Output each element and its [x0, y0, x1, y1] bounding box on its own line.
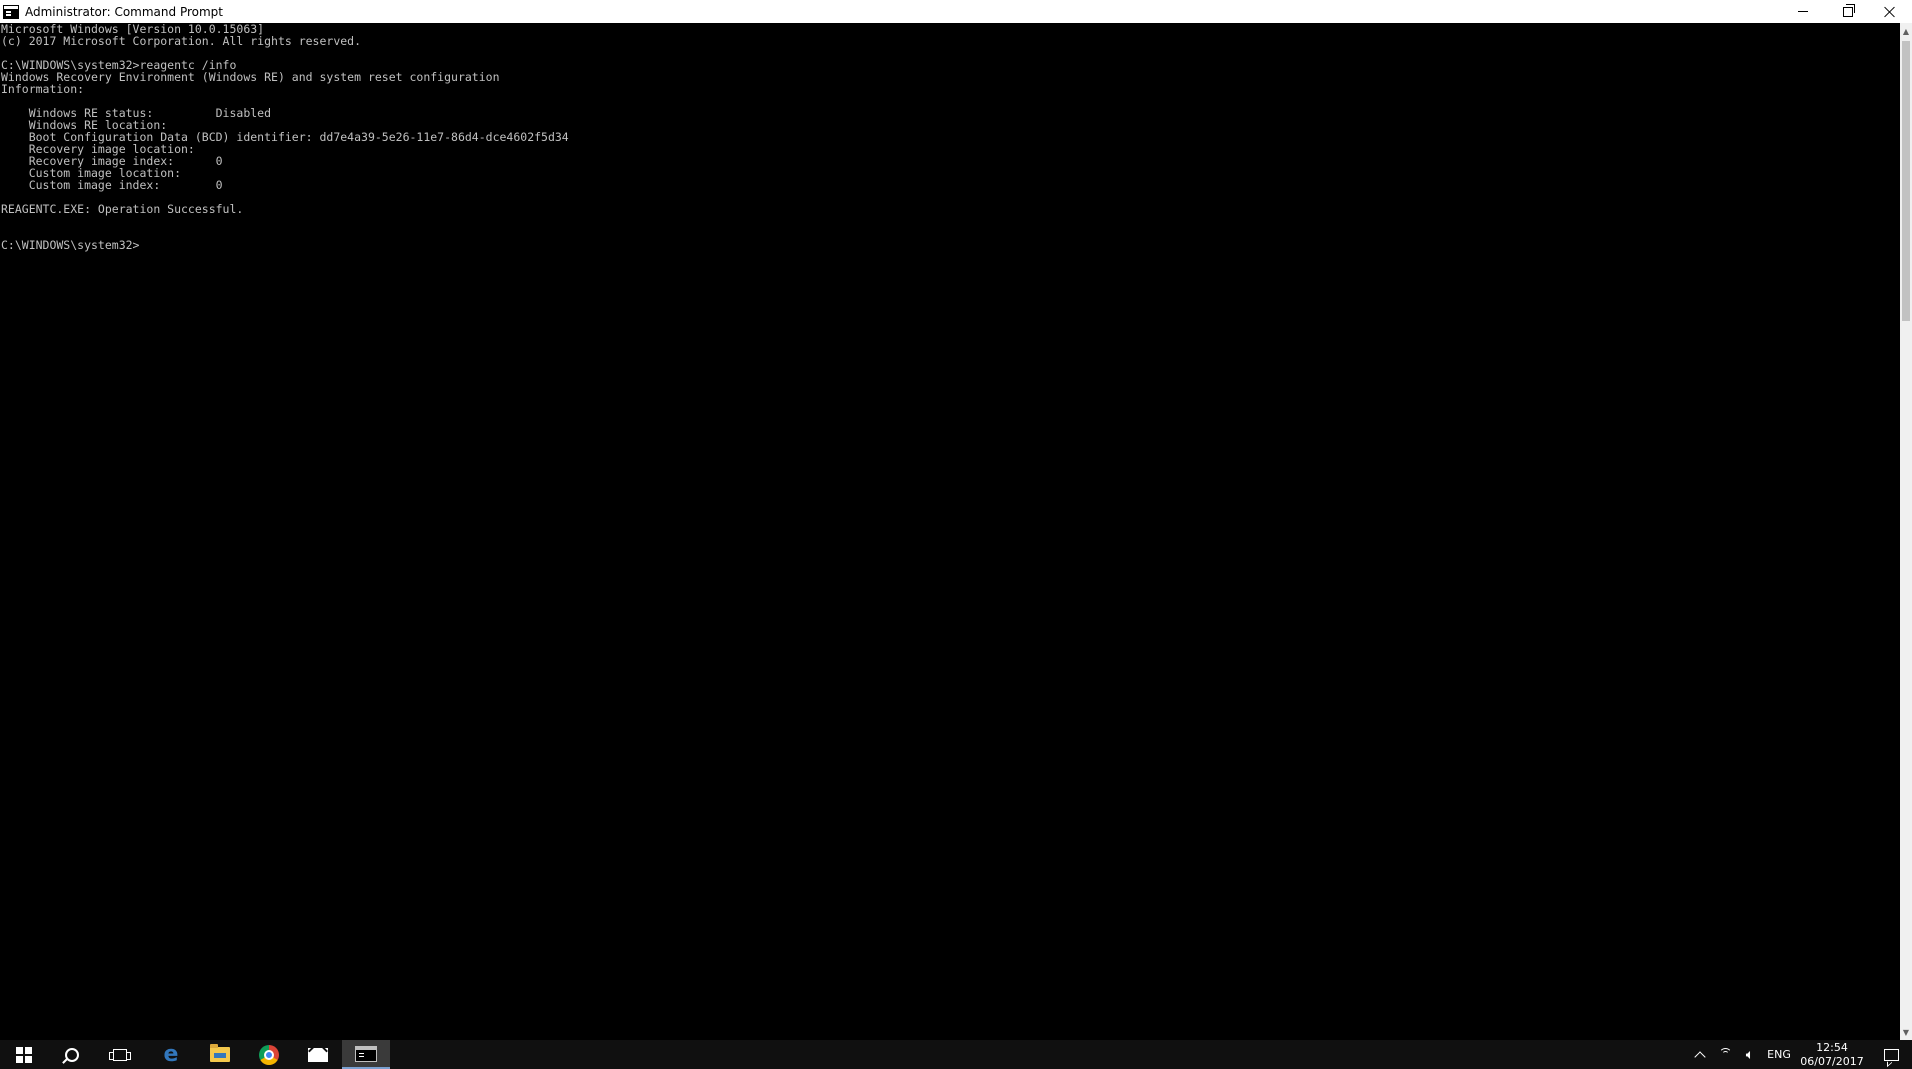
console-line: REAGENTC.EXE: Operation Successful.	[1, 202, 244, 216]
minimize-icon	[1797, 11, 1808, 12]
clock-time: 12:54	[1816, 1040, 1848, 1054]
task-view-icon	[109, 1048, 131, 1061]
edge-button[interactable]: e	[147, 1040, 195, 1069]
volume-icon: 🔈︎	[1745, 1046, 1755, 1063]
task-view-button[interactable]	[96, 1040, 144, 1069]
window-titlebar[interactable]: Administrator: Command Prompt	[0, 0, 1912, 23]
file-explorer-button[interactable]	[196, 1040, 244, 1069]
search-button[interactable]	[48, 1040, 96, 1069]
console-line: Boot Configuration Data (BCD) identifier…	[1, 130, 569, 144]
mail-button[interactable]	[294, 1040, 342, 1069]
volume-button[interactable]: 🔈︎	[1738, 1040, 1762, 1069]
console-line: Recovery image index: 0	[1, 154, 223, 168]
network-button[interactable]	[1714, 1040, 1738, 1069]
console-line: C:\WINDOWS\system32>	[1, 238, 140, 252]
console-output[interactable]: Microsoft Windows [Version 10.0.15063] (c…	[0, 23, 1900, 1040]
chrome-button[interactable]	[245, 1040, 293, 1069]
clock[interactable]: 12:54 06/07/2017	[1796, 1040, 1868, 1069]
start-button[interactable]	[0, 1040, 48, 1069]
command-prompt-taskbar-button[interactable]	[342, 1040, 390, 1069]
windows-logo-icon	[16, 1046, 32, 1063]
minimize-button[interactable]	[1780, 0, 1825, 23]
folder-icon	[210, 1044, 230, 1062]
console-text: Microsoft Windows [Version 10.0.15063] (c…	[0, 23, 1900, 251]
edge-icon: e	[163, 1041, 179, 1067]
console-line: Custom image location:	[1, 166, 182, 180]
command-prompt-icon	[355, 1045, 377, 1062]
console-line: Windows RE status: Disabled	[1, 106, 272, 120]
language-indicator[interactable]: ENG	[1764, 1040, 1794, 1069]
scroll-up-icon[interactable]: ▲	[1900, 23, 1912, 39]
command-prompt-icon[interactable]	[3, 4, 19, 19]
chrome-icon	[259, 1044, 279, 1065]
close-button[interactable]	[1867, 0, 1912, 23]
wifi-icon	[1719, 1047, 1733, 1062]
clock-date: 06/07/2017	[1800, 1054, 1864, 1068]
vertical-scrollbar[interactable]: ▲ ▼	[1900, 23, 1912, 1040]
restore-icon	[1842, 3, 1855, 17]
restore-button[interactable]	[1825, 0, 1870, 23]
console-line: (c) 2017 Microsoft Corporation. All righ…	[1, 34, 362, 48]
mail-icon	[308, 1047, 328, 1062]
console-line: Custom image index: 0	[1, 178, 223, 192]
search-icon	[65, 1047, 79, 1062]
chevron-up-icon	[1694, 1051, 1706, 1063]
notification-icon	[1883, 1048, 1899, 1061]
taskbar: e 🔈︎ ENG 12:54 06/07/2017	[0, 1040, 1912, 1069]
console-line: Recovery image location:	[1, 142, 195, 156]
console-line: Information:	[1, 82, 85, 96]
scrollbar-thumb[interactable]	[1902, 41, 1910, 321]
action-center-button[interactable]	[1874, 1040, 1908, 1069]
window-title: Administrator: Command Prompt	[25, 4, 223, 19]
show-hidden-icons-button[interactable]	[1690, 1040, 1710, 1069]
close-icon	[1884, 6, 1895, 17]
scroll-down-icon[interactable]: ▼	[1900, 1024, 1912, 1040]
console-line: Windows Recovery Environment (Windows RE…	[1, 70, 500, 84]
